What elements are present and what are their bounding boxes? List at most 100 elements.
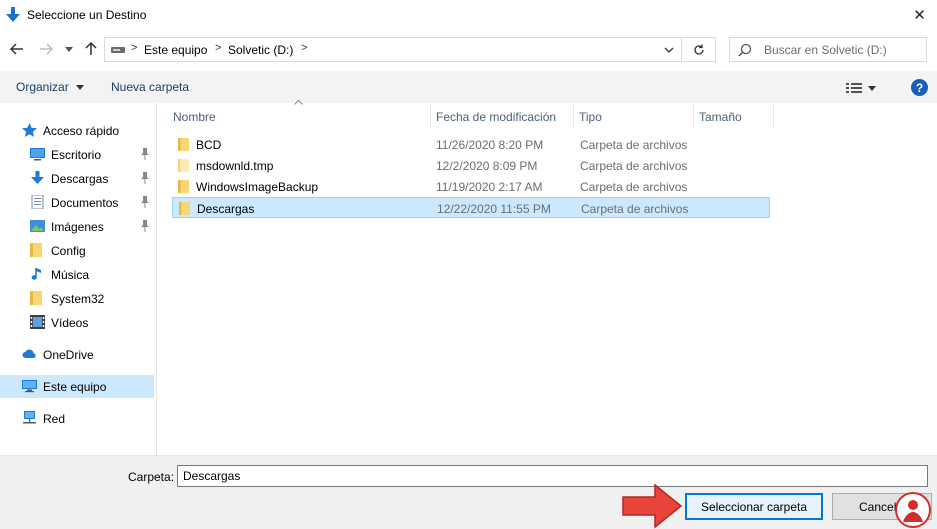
- search-box[interactable]: [729, 37, 927, 62]
- column-header-label: Tamaño: [699, 110, 742, 124]
- nav-quick-access[interactable]: Acceso rápido: [0, 119, 154, 142]
- nav-label: Documentos: [51, 196, 119, 210]
- column-header-size[interactable]: Tamaño: [694, 104, 774, 128]
- pin-icon: [141, 196, 149, 208]
- breadcrumb-separator: >: [131, 42, 138, 54]
- pin-icon: [141, 148, 149, 160]
- search-input[interactable]: [764, 41, 919, 58]
- file-date: 11/19/2020 2:17 AM: [436, 180, 543, 194]
- file-row-selected[interactable]: Descargas 12/22/2020 11:55 PM Carpeta de…: [172, 197, 770, 218]
- organize-button[interactable]: Organizar: [16, 80, 85, 94]
- search-icon: [738, 43, 752, 57]
- nav-item-documents[interactable]: Documentos: [0, 191, 154, 214]
- change-view-button[interactable]: [846, 79, 882, 97]
- breadcrumb-this-pc[interactable]: Este equipo: [144, 43, 207, 57]
- download-icon: [31, 171, 44, 184]
- column-header-label: Fecha de modificación: [436, 110, 557, 124]
- arrow-left-icon: [10, 43, 23, 55]
- computer-icon: [22, 380, 37, 393]
- file-date: 12/2/2020 8:09 PM: [436, 159, 538, 173]
- nav-item-desktop[interactable]: Escritorio: [0, 143, 154, 166]
- file-row[interactable]: msdownld.tmp 12/2/2020 8:09 PM Carpeta d…: [172, 155, 770, 176]
- folder-icon: [30, 243, 42, 257]
- file-name: WindowsImageBackup: [196, 180, 319, 194]
- drive-icon: [111, 47, 125, 53]
- nav-item-videos[interactable]: Vídeos: [0, 311, 154, 334]
- nav-onedrive[interactable]: OneDrive: [0, 343, 154, 366]
- documents-icon: [31, 195, 44, 209]
- music-icon: [31, 268, 41, 280]
- videos-icon: [30, 315, 45, 329]
- nav-label: Escritorio: [51, 148, 102, 162]
- download-arrow-icon: [6, 7, 20, 22]
- column-header-type[interactable]: Tipo: [574, 104, 694, 128]
- file-date: 12/22/2020 11:55 PM: [437, 202, 551, 216]
- file-type: Carpeta de archivos: [580, 138, 688, 152]
- new-folder-button[interactable]: Nueva carpeta: [111, 80, 189, 94]
- window-title: Seleccione un Destino: [27, 8, 147, 22]
- breadcrumb-separator: >: [301, 42, 308, 54]
- nav-label: Red: [43, 412, 66, 426]
- nav-label: OneDrive: [43, 348, 94, 362]
- select-folder-button[interactable]: Seleccionar carpeta: [685, 493, 823, 520]
- refresh-icon: [694, 44, 704, 55]
- navigation-pane: Acceso rápido Escritorio Descargas Docum…: [0, 103, 157, 455]
- chevron-down-icon: [65, 46, 73, 52]
- pin-icon: [141, 172, 149, 184]
- folder-icon: [179, 202, 190, 215]
- column-header-label: Tipo: [579, 110, 602, 124]
- file-row[interactable]: WindowsImageBackup 11/19/2020 2:17 AM Ca…: [172, 176, 770, 197]
- folder-icon: [30, 291, 42, 305]
- chevron-down-icon: [664, 47, 673, 53]
- pictures-icon: [30, 220, 45, 232]
- desktop-icon: [30, 148, 45, 161]
- nav-label: Acceso rápido: [43, 124, 120, 138]
- nav-item-config[interactable]: Config: [0, 239, 154, 262]
- network-icon: [23, 411, 36, 424]
- close-button[interactable]: ✕: [902, 0, 937, 30]
- breadcrumb-separator: >: [215, 42, 222, 54]
- file-name: msdownld.tmp: [196, 159, 274, 173]
- nav-label: Vídeos: [51, 316, 89, 330]
- nav-label: System32: [51, 292, 105, 306]
- nav-this-pc[interactable]: Este equipo: [0, 375, 154, 398]
- folder-label: Carpeta:: [128, 470, 175, 484]
- file-type: Carpeta de archivos: [581, 202, 689, 216]
- folder-icon: [178, 138, 189, 151]
- nav-label: Música: [51, 268, 90, 282]
- file-type: Carpeta de archivos: [580, 159, 688, 173]
- chevron-down-icon: [868, 85, 876, 91]
- pin-icon: [141, 220, 149, 232]
- nav-label: Este equipo: [43, 380, 107, 394]
- nav-item-music[interactable]: Música: [0, 263, 154, 286]
- arrow-right-icon: [40, 43, 53, 55]
- star-icon: [22, 123, 37, 137]
- help-button[interactable]: ?: [911, 79, 928, 96]
- forward-button[interactable]: [37, 40, 55, 58]
- nav-network[interactable]: Red: [0, 407, 154, 430]
- back-button[interactable]: [8, 40, 26, 58]
- nav-item-downloads[interactable]: Descargas: [0, 167, 154, 190]
- column-header-date[interactable]: Fecha de modificación: [431, 104, 574, 128]
- address-bar[interactable]: > Este equipo > Solvetic (D:) >: [104, 37, 682, 62]
- breadcrumb-drive[interactable]: Solvetic (D:): [228, 43, 293, 57]
- recent-locations-button[interactable]: [63, 42, 75, 56]
- file-date: 11/26/2020 8:20 PM: [436, 138, 544, 152]
- organize-label: Organizar: [16, 80, 69, 94]
- nav-item-pictures[interactable]: Imágenes: [0, 215, 154, 238]
- file-type: Carpeta de archivos: [580, 180, 688, 194]
- logo-icon: [895, 492, 931, 528]
- details-view-icon: [846, 83, 862, 93]
- file-row[interactable]: BCD 11/26/2020 8:20 PM Carpeta de archiv…: [172, 134, 770, 155]
- folder-hidden-icon: [178, 159, 189, 172]
- column-header-name[interactable]: Nombre: [168, 104, 431, 128]
- red-arrow-annotation: [622, 483, 683, 529]
- up-button[interactable]: [82, 40, 100, 58]
- folder-name-input[interactable]: [177, 465, 928, 487]
- nav-label: Imágenes: [51, 220, 104, 234]
- refresh-button[interactable]: [683, 37, 716, 62]
- nav-item-system32[interactable]: System32: [0, 287, 154, 310]
- address-history-dropdown[interactable]: [655, 37, 682, 62]
- nav-label: Config: [51, 244, 86, 258]
- close-icon: ✕: [913, 7, 926, 24]
